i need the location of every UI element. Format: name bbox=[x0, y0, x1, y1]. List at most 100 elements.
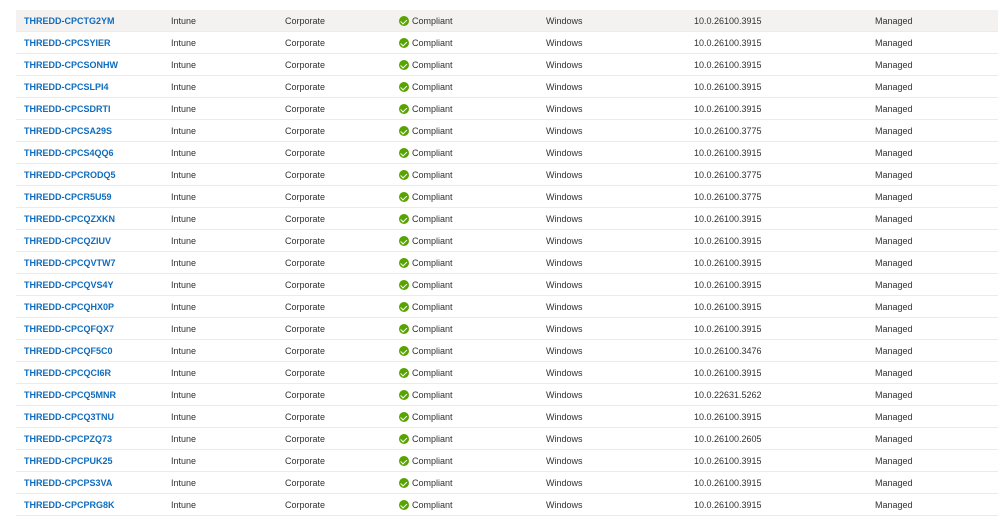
compliance-cell: Compliant bbox=[399, 120, 453, 142]
management-state-cell: Managed bbox=[875, 148, 913, 158]
os-version-cell: 10.0.26100.3775 bbox=[694, 170, 762, 180]
table-row[interactable]: THREDD-CPCQCI6R Intune Corporate Compliant W… bbox=[16, 362, 998, 384]
device-name-link[interactable]: THREDD-CPCTG2YM bbox=[24, 16, 115, 26]
device-name-link[interactable]: THREDD-CPCQHX0P bbox=[24, 302, 114, 312]
management-state-cell: Managed bbox=[875, 302, 913, 312]
ownership-cell: Corporate bbox=[285, 60, 326, 70]
compliance-label: Compliant bbox=[412, 280, 453, 290]
compliance-label: Compliant bbox=[412, 390, 453, 400]
device-name-link[interactable]: THREDD-CPCPRG8K bbox=[24, 500, 115, 510]
device-name-cell: THREDD-CPCSLPI4 bbox=[24, 76, 109, 98]
device-name-link[interactable]: THREDD-CPCQ3TNU bbox=[24, 412, 114, 422]
table-row[interactable]: THREDD-CPCPZQ73 Intune Corporate Compliant W… bbox=[16, 428, 998, 450]
os-version-cell: 10.0.26100.3915 bbox=[694, 368, 762, 378]
check-circle-icon bbox=[399, 236, 409, 246]
device-name-link[interactable]: THREDD-CPCQVS4Y bbox=[24, 280, 114, 290]
os-cell: Windows bbox=[546, 456, 583, 466]
managed-by-cell: Intune bbox=[171, 302, 197, 312]
device-name-cell: THREDD-CPCTG2YM bbox=[24, 10, 115, 32]
table-row[interactable]: THREDD-CPCPS3VA Intune Corporate Compliant W… bbox=[16, 472, 998, 494]
table-row[interactable]: THREDD-CPCSA29S Intune Corporate Compliant W… bbox=[16, 120, 998, 142]
ownership-cell: Corporate bbox=[285, 148, 326, 158]
managed-by-cell: Intune bbox=[171, 346, 197, 356]
device-name-link[interactable]: THREDD-CPCQZIUV bbox=[24, 236, 111, 246]
management-state-cell: Managed bbox=[875, 60, 913, 70]
managed-by-cell: Intune bbox=[171, 104, 197, 114]
device-name-cell: THREDD-CPCSYIER bbox=[24, 32, 111, 54]
os-cell: Windows bbox=[546, 280, 583, 290]
device-name-link[interactable]: THREDD-CPCQ5MNR bbox=[24, 390, 116, 400]
os-cell: Windows bbox=[546, 16, 583, 26]
compliance-cell: Compliant bbox=[399, 274, 453, 296]
table-row[interactable]: THREDD-CPCSONHW Intune Corporate Compliant W… bbox=[16, 54, 998, 76]
management-state-cell: Managed bbox=[875, 324, 913, 334]
check-circle-icon bbox=[399, 192, 409, 202]
table-row[interactable]: THREDD-CPCRODQ5 Intune Corporate Compliant W… bbox=[16, 164, 998, 186]
device-name-link[interactable]: THREDD-CPCS4QQ6 bbox=[24, 148, 114, 158]
device-name-cell: THREDD-CPCRODQ5 bbox=[24, 164, 116, 186]
compliance-cell: Compliant bbox=[399, 252, 453, 274]
device-name-cell: THREDD-CPCR5U59 bbox=[24, 186, 112, 208]
device-name-link[interactable]: THREDD-CPCR5U59 bbox=[24, 192, 112, 202]
os-cell: Windows bbox=[546, 258, 583, 268]
device-name-link[interactable]: THREDD-CPCQCI6R bbox=[24, 368, 111, 378]
device-name-link[interactable]: THREDD-CPCSDRTI bbox=[24, 104, 111, 114]
table-row[interactable]: THREDD-CPCQVTW7 Intune Corporate Compliant W… bbox=[16, 252, 998, 274]
table-row[interactable]: THREDD-CPCPRG8K Intune Corporate Compliant W… bbox=[16, 494, 998, 516]
device-name-link[interactable]: THREDD-CPCQF5C0 bbox=[24, 346, 113, 356]
ownership-cell: Corporate bbox=[285, 390, 326, 400]
os-version-cell: 10.0.26100.3915 bbox=[694, 412, 762, 422]
table-row[interactable]: THREDD-CPCQHX0P Intune Corporate Compliant W… bbox=[16, 296, 998, 318]
device-name-link[interactable]: THREDD-CPCPUK25 bbox=[24, 456, 113, 466]
table-row[interactable]: THREDD-CPCTG2YM Intune Corporate Compliant W… bbox=[16, 10, 998, 32]
device-name-link[interactable]: THREDD-CPCSONHW bbox=[24, 60, 118, 70]
device-name-link[interactable]: THREDD-CPCQFQX7 bbox=[24, 324, 114, 334]
table-row[interactable]: THREDD-CPCQZXKN Intune Corporate Compliant W… bbox=[16, 208, 998, 230]
device-name-link[interactable]: THREDD-CPCSA29S bbox=[24, 126, 112, 136]
managed-by-cell: Intune bbox=[171, 148, 197, 158]
table-row[interactable]: THREDD-CPCQFQX7 Intune Corporate Compliant W… bbox=[16, 318, 998, 340]
management-state-cell: Managed bbox=[875, 126, 913, 136]
device-name-link[interactable]: THREDD-CPCPZQ73 bbox=[24, 434, 112, 444]
compliance-label: Compliant bbox=[412, 60, 453, 70]
table-row[interactable]: THREDD-CPCQ3TNU Intune Corporate Compliant W… bbox=[16, 406, 998, 428]
table-row[interactable]: THREDD-CPCS4QQ6 Intune Corporate Compliant W… bbox=[16, 142, 998, 164]
compliance-cell: Compliant bbox=[399, 54, 453, 76]
os-version-cell: 10.0.26100.3915 bbox=[694, 258, 762, 268]
device-name-cell: THREDD-CPCQHX0P bbox=[24, 296, 114, 318]
table-row[interactable]: THREDD-CPCSYIER Intune Corporate Compliant W… bbox=[16, 32, 998, 54]
compliance-cell: Compliant bbox=[399, 384, 453, 406]
compliance-cell: Compliant bbox=[399, 406, 453, 428]
ownership-cell: Corporate bbox=[285, 412, 326, 422]
device-name-link[interactable]: THREDD-CPCQVTW7 bbox=[24, 258, 116, 268]
os-version-cell: 10.0.26100.3915 bbox=[694, 38, 762, 48]
os-cell: Windows bbox=[546, 38, 583, 48]
os-cell: Windows bbox=[546, 390, 583, 400]
device-name-cell: THREDD-CPCQF5C0 bbox=[24, 340, 113, 362]
device-name-cell: THREDD-CPCQVS4Y bbox=[24, 274, 114, 296]
os-cell: Windows bbox=[546, 214, 583, 224]
table-row[interactable]: THREDD-CPCQ5MNR Intune Corporate Compliant W… bbox=[16, 384, 998, 406]
table-row[interactable]: THREDD-CPCR5U59 Intune Corporate Compliant W… bbox=[16, 186, 998, 208]
device-name-link[interactable]: THREDD-CPCSYIER bbox=[24, 38, 111, 48]
table-row[interactable]: THREDD-CPCQVS4Y Intune Corporate Compliant W… bbox=[16, 274, 998, 296]
table-row[interactable]: THREDD-CPCQZIUV Intune Corporate Compliant W… bbox=[16, 230, 998, 252]
device-name-link[interactable]: THREDD-CPCQZXKN bbox=[24, 214, 115, 224]
managed-by-cell: Intune bbox=[171, 214, 197, 224]
table-row[interactable]: THREDD-CPCPUK25 Intune Corporate Compliant W… bbox=[16, 450, 998, 472]
device-name-cell: THREDD-CPCSONHW bbox=[24, 54, 118, 76]
device-name-cell: THREDD-CPCPUK25 bbox=[24, 450, 113, 472]
table-row[interactable]: THREDD-CPCSDRTI Intune Corporate Compliant W… bbox=[16, 98, 998, 120]
ownership-cell: Corporate bbox=[285, 368, 326, 378]
device-name-link[interactable]: THREDD-CPCSLPI4 bbox=[24, 82, 109, 92]
device-name-link[interactable]: THREDD-CPCRODQ5 bbox=[24, 170, 116, 180]
table-row[interactable]: THREDD-CPCSLPI4 Intune Corporate Compliant W… bbox=[16, 76, 998, 98]
check-circle-icon bbox=[399, 346, 409, 356]
os-version-cell: 10.0.26100.3915 bbox=[694, 104, 762, 114]
table-row[interactable]: THREDD-CPCQF5C0 Intune Corporate Compliant W… bbox=[16, 340, 998, 362]
management-state-cell: Managed bbox=[875, 258, 913, 268]
compliance-label: Compliant bbox=[412, 236, 453, 246]
device-name-link[interactable]: THREDD-CPCPS3VA bbox=[24, 478, 112, 488]
compliance-label: Compliant bbox=[412, 148, 453, 158]
os-cell: Windows bbox=[546, 82, 583, 92]
